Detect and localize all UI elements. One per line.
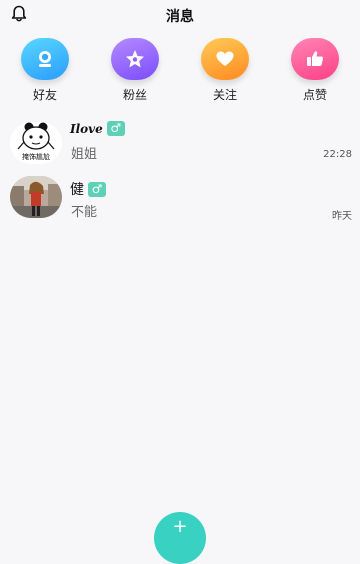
category-shortcuts: 好友 粉丝 关注 点赞 bbox=[0, 38, 360, 108]
category-fans[interactable]: 粉丝 bbox=[100, 38, 170, 108]
message-preview: 不能 bbox=[71, 205, 98, 220]
category-label: 关注 bbox=[212, 88, 237, 102]
category-following[interactable]: 关注 bbox=[190, 38, 260, 108]
avatar[interactable]: 掩饰尴尬 bbox=[10, 122, 62, 164]
contact-name: 健 bbox=[70, 182, 84, 198]
contact-name: Ilove bbox=[70, 121, 103, 136]
name-row: 健 ♂ bbox=[70, 179, 106, 199]
male-badge: ♂ bbox=[106, 121, 125, 136]
avatar-caption: 掩饰尴尬 bbox=[22, 153, 50, 161]
message-item[interactable]: 健 ♂ 不能 昨天 bbox=[0, 176, 360, 232]
plus-icon: + bbox=[172, 516, 188, 537]
message-preview: 姐姐 bbox=[71, 147, 98, 162]
avatar[interactable] bbox=[10, 176, 62, 218]
message-time: 昨天 bbox=[332, 211, 352, 222]
star-icon bbox=[111, 38, 159, 80]
category-friends[interactable]: 好友 bbox=[10, 38, 80, 108]
category-label: 点赞 bbox=[302, 88, 327, 102]
message-item[interactable]: 掩饰尴尬 Ilove ♂ 姐姐 22:28 bbox=[0, 116, 360, 176]
page-title: 消息 bbox=[166, 9, 194, 25]
category-likes[interactable]: 点赞 bbox=[280, 38, 350, 108]
category-label: 好友 bbox=[32, 88, 57, 102]
thumbs-up-icon bbox=[291, 38, 339, 80]
header: 消息 bbox=[0, 0, 360, 36]
message-list: 掩饰尴尬 Ilove ♂ 姐姐 22:28 健 ♂ 不能 昨天 bbox=[0, 116, 360, 232]
male-badge: ♂ bbox=[88, 181, 106, 197]
friend-icon bbox=[21, 38, 69, 80]
name-row: Ilove ♂ bbox=[70, 121, 125, 136]
add-button[interactable]: + bbox=[154, 512, 206, 564]
category-label: 粉丝 bbox=[122, 88, 147, 102]
heart-icon bbox=[201, 38, 249, 80]
message-time: 22:28 bbox=[323, 149, 352, 160]
